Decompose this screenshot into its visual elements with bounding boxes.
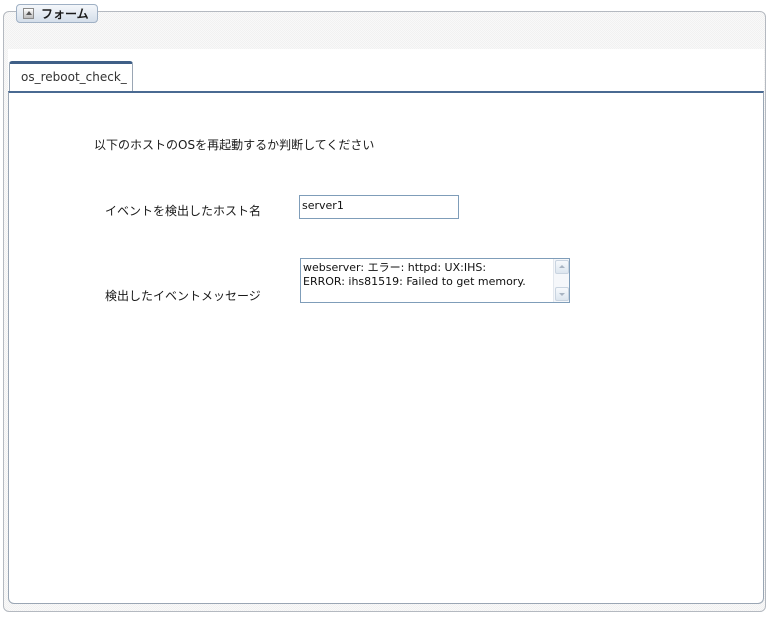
host-name-field[interactable]: server1	[299, 195, 459, 219]
event-message-label: 検出したイベントメッセージ	[105, 289, 261, 303]
tab-os-reboot-check[interactable]: os_reboot_check_	[9, 61, 133, 92]
instruction-text: 以下のホストのOSを再起動するか判断してください	[94, 138, 375, 152]
tab-panel: 以下のホストのOSを再起動するか判断してください イベントを検出したホスト名 s…	[8, 91, 764, 604]
host-name-label: イベントを検出したホスト名	[105, 204, 262, 218]
event-message-text: webserver: エラー: httpd: UX:IHS: ERROR: ih…	[303, 261, 526, 288]
scroll-down-icon[interactable]	[555, 287, 569, 301]
tab-strip: os_reboot_check_	[8, 49, 764, 92]
form-legend[interactable]: フォーム	[16, 4, 98, 23]
collapse-icon[interactable]	[23, 8, 34, 19]
event-message-textarea[interactable]: webserver: エラー: httpd: UX:IHS: ERROR: ih…	[300, 258, 570, 303]
tab-label: os_reboot_check_	[21, 70, 127, 84]
textarea-scrollbar[interactable]	[553, 259, 569, 302]
scroll-up-icon[interactable]	[555, 260, 569, 274]
form-legend-label: フォーム	[41, 7, 89, 21]
